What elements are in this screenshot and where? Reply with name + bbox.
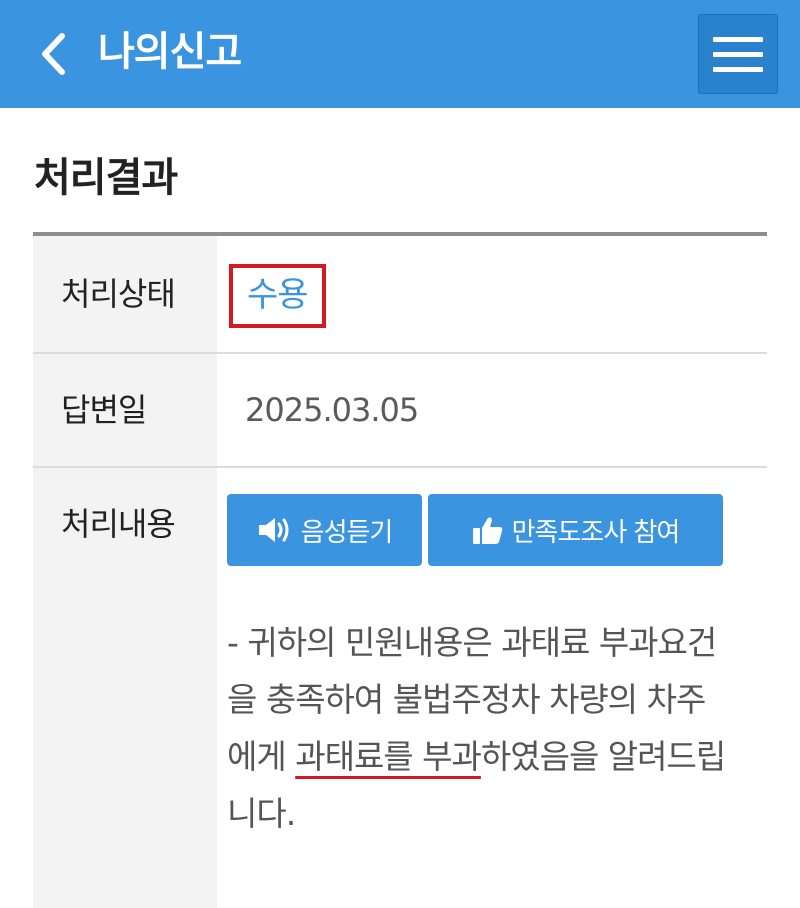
answer-date-value: 2025.03.05 — [245, 391, 419, 429]
status-label: 처리상태 — [33, 236, 217, 352]
chevron-left-icon — [42, 33, 65, 75]
satisfaction-survey-button[interactable]: 만족도조사 참여 — [428, 494, 723, 566]
satisfaction-survey-label: 만족도조사 참여 — [511, 517, 681, 548]
action-buttons: 음성듣기 만족도조사 참여 — [227, 494, 767, 566]
voice-listen-button[interactable]: 음성듣기 — [227, 494, 422, 566]
page-title: 나의신고 — [98, 29, 242, 75]
hamburger-menu-icon — [713, 36, 763, 42]
result-content-text: - 귀하의 민원내용은 과태료 부과요건을 충족하여 불법주정차 차량의 차주에… — [227, 623, 726, 833]
answer-date-label: 답변일 — [33, 354, 217, 466]
content-row: 처리내용 음성듣기 만족도조사 참여 - 귀하의 민원내용은 과태료 부과요건을… — [33, 468, 767, 908]
status-row: 처리상태 수용 — [33, 236, 767, 354]
thumbs-up-icon — [472, 515, 504, 545]
result-table: 처리상태 수용 답변일 2025.03.05 처리내용 음성듣기 만족도조사 참… — [33, 232, 767, 908]
highlighted-text: 과태료를 부과 — [295, 737, 482, 776]
speaker-icon — [257, 515, 293, 545]
back-button[interactable] — [28, 26, 78, 82]
status-badge: 수용 — [229, 264, 326, 328]
content-label: 처리내용 — [33, 468, 217, 908]
menu-button[interactable] — [698, 14, 778, 94]
section-title: 처리결과 — [34, 155, 178, 201]
app-bar: 나의신고 — [0, 0, 800, 108]
answer-date-row: 답변일 2025.03.05 — [33, 354, 767, 468]
voice-listen-label: 음성듣기 — [300, 517, 394, 548]
